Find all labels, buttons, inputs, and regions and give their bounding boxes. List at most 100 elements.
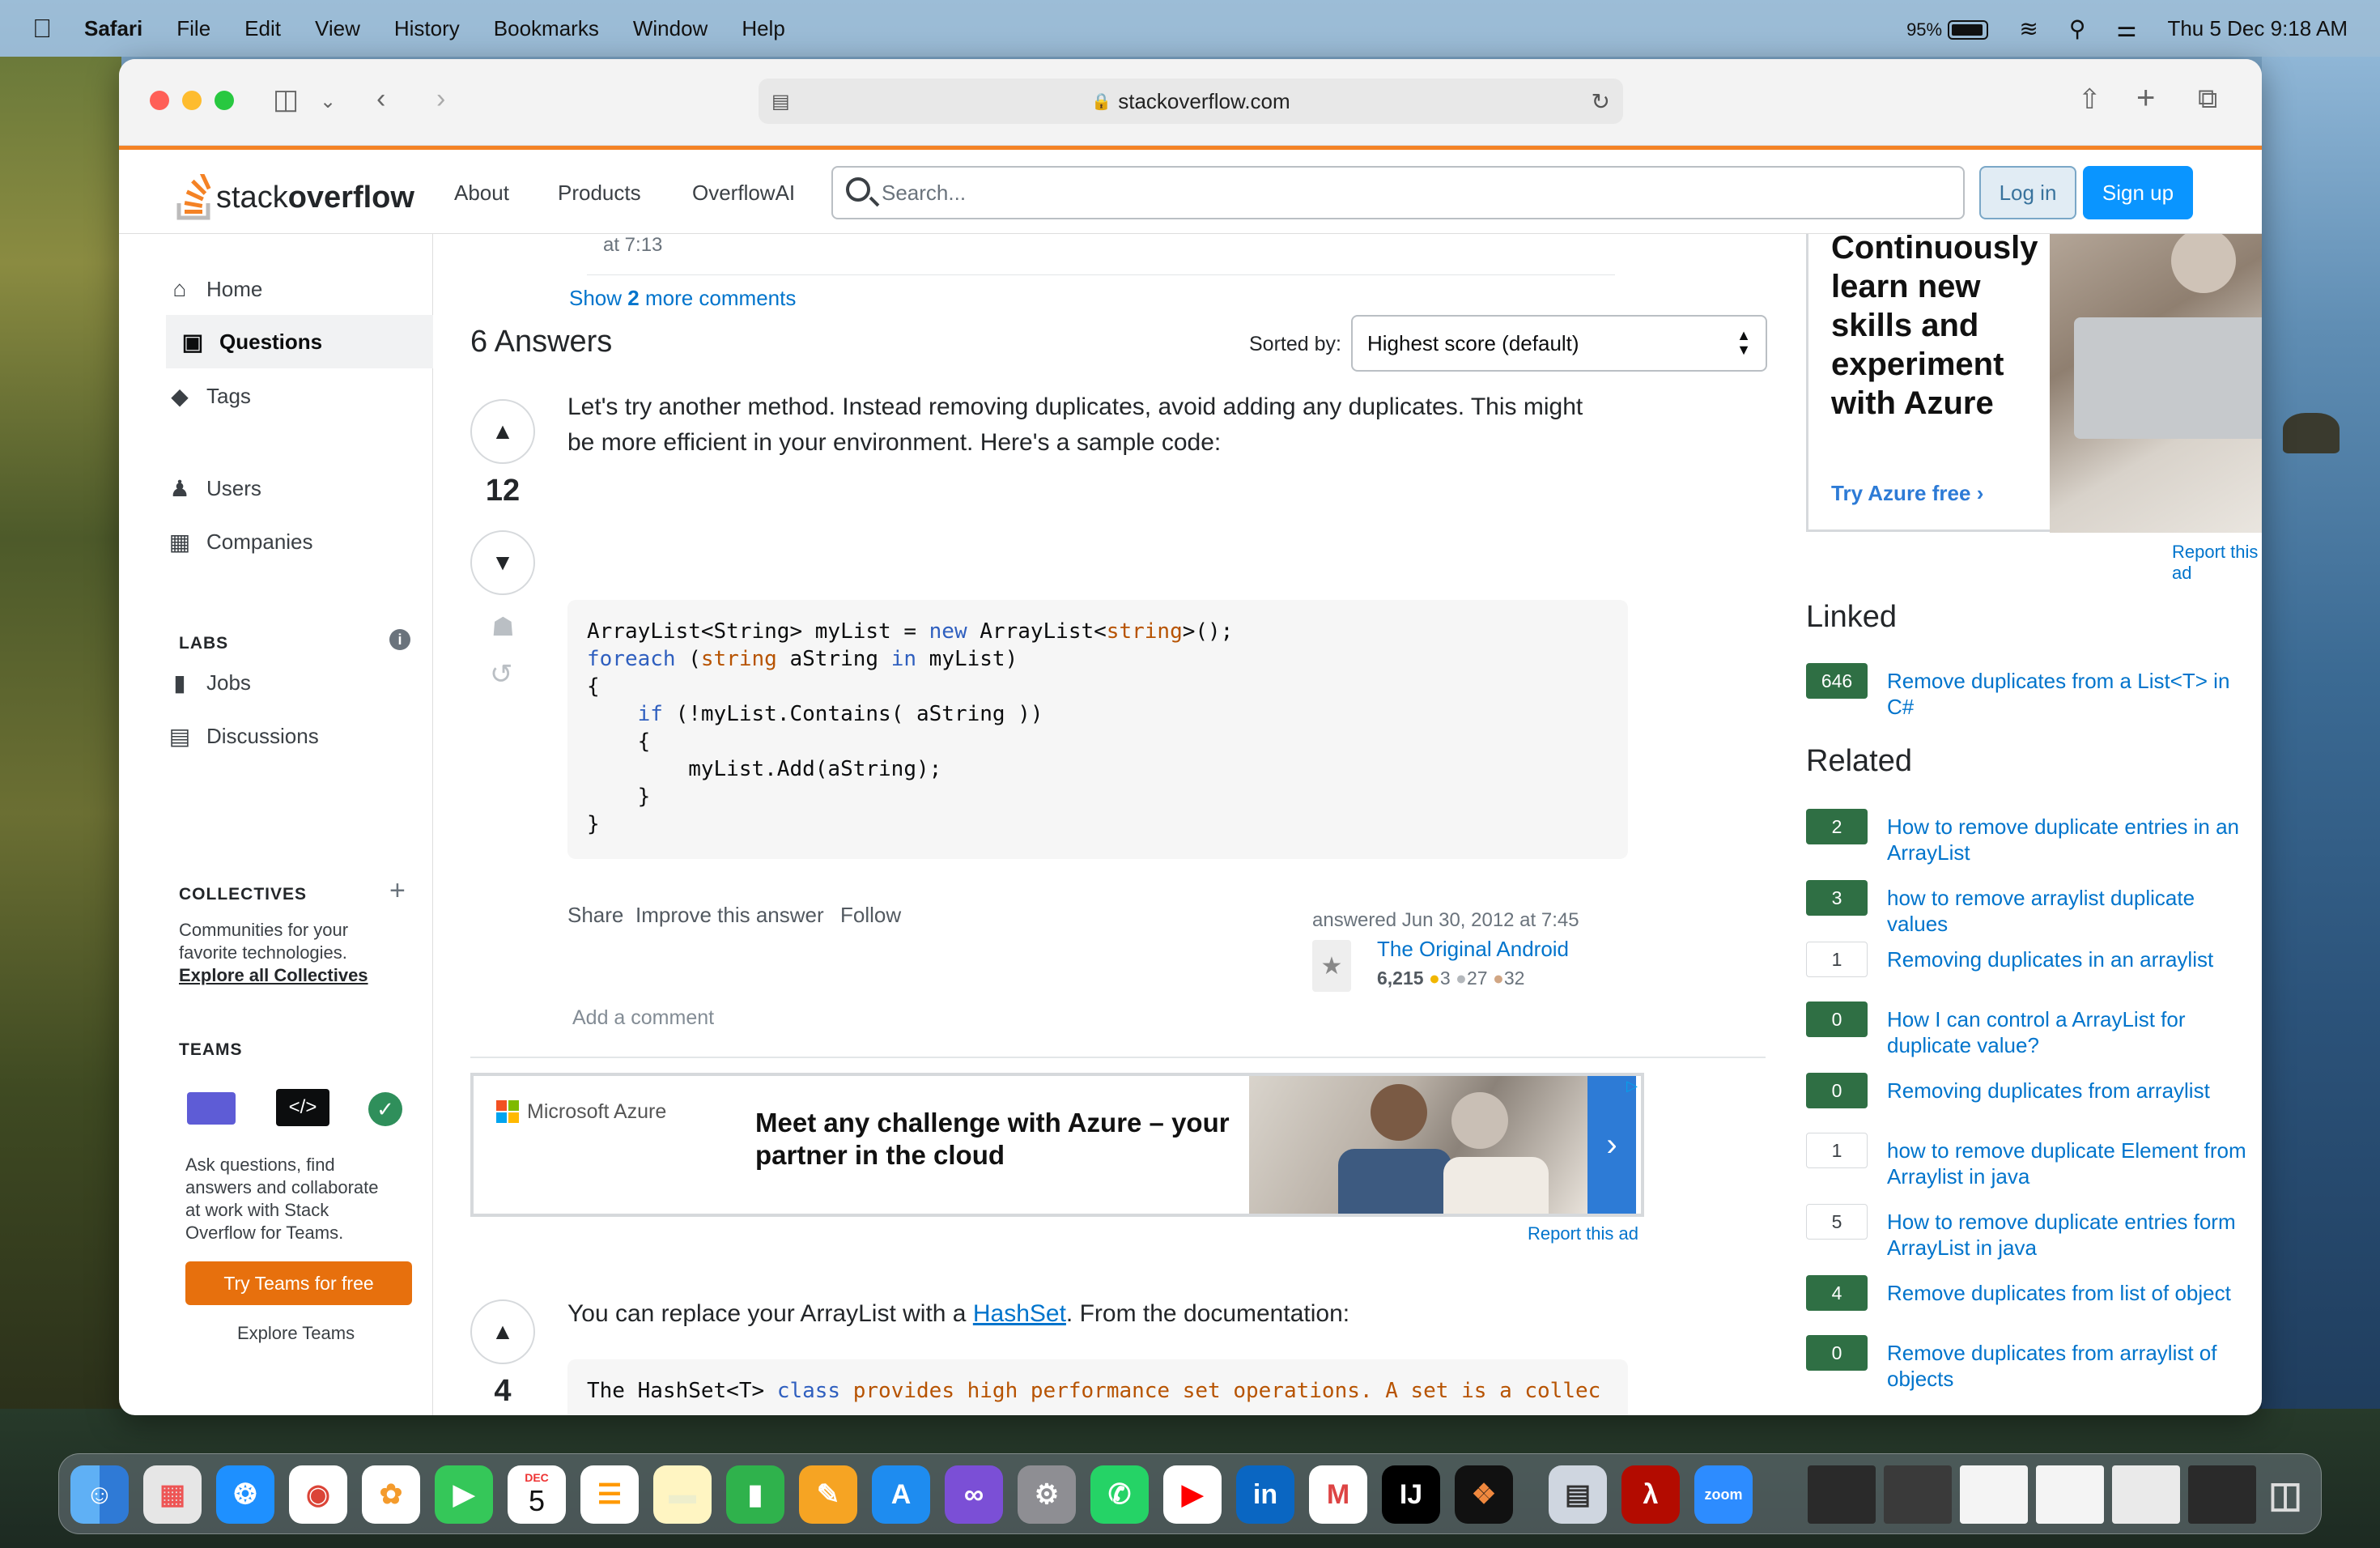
whatsapp-icon[interactable]: ✆ bbox=[1090, 1465, 1149, 1524]
related-item[interactable]: 1 Removing duplicates in an arraylist bbox=[1806, 942, 2259, 977]
system-settings-icon[interactable]: ⚙ bbox=[1018, 1465, 1076, 1524]
add-comment-link[interactable]: Add a comment bbox=[572, 1006, 714, 1030]
menu-app-name[interactable]: Safari bbox=[84, 16, 142, 41]
safari-icon[interactable]: ❂ bbox=[216, 1465, 274, 1524]
try-teams-button[interactable]: Try Teams for free bbox=[185, 1261, 412, 1305]
back-icon[interactable]: ‹ bbox=[376, 83, 385, 115]
linked-item[interactable]: 646 Remove duplicates from a List<T> in … bbox=[1806, 663, 2259, 720]
explore-collectives-link[interactable]: Explore all Collectives bbox=[179, 964, 368, 987]
app-store-icon[interactable]: A bbox=[872, 1465, 930, 1524]
apple-menu-icon[interactable]:  bbox=[32, 14, 52, 44]
stackoverflow-logo[interactable]: stack overflow bbox=[176, 174, 414, 221]
address-bar[interactable]: ▤ 🔒 stackoverflow.com ↻ bbox=[759, 79, 1623, 124]
user-avatar[interactable]: ★ bbox=[1312, 940, 1351, 992]
youtube-icon[interactable]: ▶ bbox=[1163, 1465, 1222, 1524]
explore-teams-link[interactable]: Explore Teams bbox=[237, 1322, 355, 1345]
related-item[interactable]: 2 How to remove duplicate entries in an Ar… bbox=[1806, 809, 2259, 865]
window-thumbnail-4[interactable] bbox=[2036, 1465, 2104, 1524]
login-button[interactable]: Log in bbox=[1979, 166, 2076, 219]
wifi-icon[interactable]: ≋ bbox=[2019, 15, 2038, 42]
hashset-link[interactable]: HashSet bbox=[973, 1300, 1066, 1327]
battery-status[interactable]: 95% bbox=[1906, 16, 1989, 41]
related-item[interactable]: 4 Remove duplicates from list of object bbox=[1806, 1275, 2259, 1311]
notes-icon[interactable]: ▬ bbox=[653, 1465, 712, 1524]
report-ad-link[interactable]: Report this ad bbox=[1528, 1223, 1638, 1244]
sublime-icon[interactable]: ❖ bbox=[1455, 1465, 1513, 1524]
pages-icon[interactable]: ✎ bbox=[799, 1465, 857, 1524]
linkedin-icon[interactable]: in bbox=[1236, 1465, 1294, 1524]
menu-window[interactable]: Window bbox=[633, 16, 708, 41]
menu-bookmarks[interactable]: Bookmarks bbox=[494, 16, 599, 41]
reminders-icon[interactable]: ☰ bbox=[580, 1465, 639, 1524]
intellij-icon[interactable]: IJ bbox=[1382, 1465, 1440, 1524]
upvote-button-2[interactable]: ▲ bbox=[470, 1299, 535, 1364]
menu-file[interactable]: File bbox=[176, 16, 210, 41]
menu-history[interactable]: History bbox=[394, 16, 460, 41]
show-more-comments-link[interactable]: Show 2 more comments bbox=[569, 286, 796, 311]
chrome-icon[interactable]: ◉ bbox=[289, 1465, 347, 1524]
control-center-icon[interactable]: ⚌ bbox=[2116, 15, 2136, 42]
nav-overflowai[interactable]: OverflowAI bbox=[692, 181, 795, 206]
window-thumbnail-6[interactable] bbox=[2188, 1465, 2256, 1524]
sidebar-item-jobs[interactable]: ▮ Jobs bbox=[166, 670, 251, 696]
user-name-link[interactable]: The Original Android bbox=[1377, 937, 1569, 962]
related-item[interactable]: 0 How I can control a ArrayList for duplic… bbox=[1806, 1002, 2259, 1058]
azure-side-ad[interactable]: Continuously learn new skills and experi… bbox=[1806, 234, 2262, 533]
bookmark-icon[interactable]: ☗ bbox=[491, 611, 515, 642]
close-window-button[interactable] bbox=[150, 91, 169, 110]
visual-studio-icon[interactable]: ∞ bbox=[945, 1465, 1003, 1524]
signup-button[interactable]: Sign up bbox=[2083, 166, 2193, 219]
chevron-down-icon[interactable]: ⌄ bbox=[320, 90, 336, 113]
numbers-icon[interactable]: ▮ bbox=[726, 1465, 784, 1524]
tab-overview-icon[interactable]: ⧉ bbox=[2198, 83, 2217, 115]
menu-view[interactable]: View bbox=[315, 16, 360, 41]
sidebar-item-companies[interactable]: ▦ Companies bbox=[166, 529, 313, 555]
preview-icon[interactable]: ▤ bbox=[1549, 1465, 1607, 1524]
related-item[interactable]: 1 how to remove duplicate Element from Arr… bbox=[1806, 1133, 2259, 1189]
side-ad-cta[interactable]: Try Azure free › bbox=[1831, 481, 1983, 506]
related-item[interactable]: 5 How to remove duplicate entries form Arr… bbox=[1806, 1204, 2259, 1261]
sidebar-toggle-icon[interactable]: ◫ bbox=[273, 83, 299, 116]
photos-icon[interactable]: ✿ bbox=[362, 1465, 420, 1524]
sidebar-item-users[interactable]: ♟ Users bbox=[166, 475, 261, 502]
add-collective-icon[interactable]: + bbox=[389, 875, 406, 907]
zoom-window-button[interactable] bbox=[215, 91, 234, 110]
sort-select[interactable]: Highest score (default) ▲ ▼ bbox=[1351, 315, 1767, 372]
acrobat-icon[interactable]: λ bbox=[1621, 1465, 1680, 1524]
side-ad-report-link[interactable]: Report this ad bbox=[2172, 542, 2262, 584]
nav-about[interactable]: About bbox=[454, 181, 509, 206]
ad-next-button[interactable]: › bbox=[1587, 1076, 1636, 1214]
window-thumbnail-1[interactable] bbox=[1808, 1465, 1876, 1524]
related-item[interactable]: 0 Removing duplicates from arraylist bbox=[1806, 1073, 2259, 1108]
search-input[interactable]: Search... bbox=[831, 166, 1965, 219]
gmail-icon[interactable]: M bbox=[1309, 1465, 1367, 1524]
related-item[interactable]: 0 Remove duplicates from arraylist of obje… bbox=[1806, 1335, 2259, 1392]
nav-products[interactable]: Products bbox=[558, 181, 641, 206]
sidebar-item-tags[interactable]: ◆ Tags bbox=[166, 383, 251, 410]
sidebar-item-questions[interactable]: ▣ Questions bbox=[166, 315, 433, 368]
trash-icon[interactable]: ◫ bbox=[2256, 1465, 2314, 1524]
calendar-icon[interactable]: DEC 5 bbox=[508, 1465, 566, 1524]
improve-answer-link[interactable]: Improve this answer bbox=[635, 903, 824, 928]
zoom-icon[interactable]: zoom bbox=[1694, 1465, 1753, 1524]
spotlight-search-icon[interactable]: ⚲ bbox=[2069, 15, 2086, 42]
share-icon[interactable]: ⇧ bbox=[2078, 83, 2102, 116]
azure-ad-banner[interactable]: Microsoft Azure Meet any challenge with … bbox=[470, 1073, 1644, 1217]
info-icon[interactable]: i bbox=[389, 629, 410, 650]
menu-clock[interactable]: Thu 5 Dec 9:18 AM bbox=[2167, 16, 2348, 41]
page-settings-icon[interactable]: ▤ bbox=[771, 90, 790, 113]
finder-icon[interactable]: ☺ bbox=[70, 1465, 129, 1524]
launchpad-icon[interactable]: ▦ bbox=[143, 1465, 202, 1524]
menu-help[interactable]: Help bbox=[742, 16, 784, 41]
sidebar-item-home[interactable]: ⌂ Home bbox=[166, 276, 263, 302]
window-thumbnail-2[interactable] bbox=[1884, 1465, 1952, 1524]
menu-edit[interactable]: Edit bbox=[244, 16, 281, 41]
downvote-button[interactable]: ▼ bbox=[470, 530, 535, 595]
upvote-button[interactable]: ▲ bbox=[470, 399, 535, 464]
sidebar-item-discussions[interactable]: ▤ Discussions bbox=[166, 723, 319, 750]
new-tab-icon[interactable]: + bbox=[2136, 80, 2155, 117]
minimize-window-button[interactable] bbox=[182, 91, 202, 110]
facetime-icon[interactable]: ▶ bbox=[435, 1465, 493, 1524]
history-icon[interactable]: ↺ bbox=[490, 658, 513, 691]
related-item[interactable]: 3 how to remove arraylist duplicate value… bbox=[1806, 880, 2259, 937]
